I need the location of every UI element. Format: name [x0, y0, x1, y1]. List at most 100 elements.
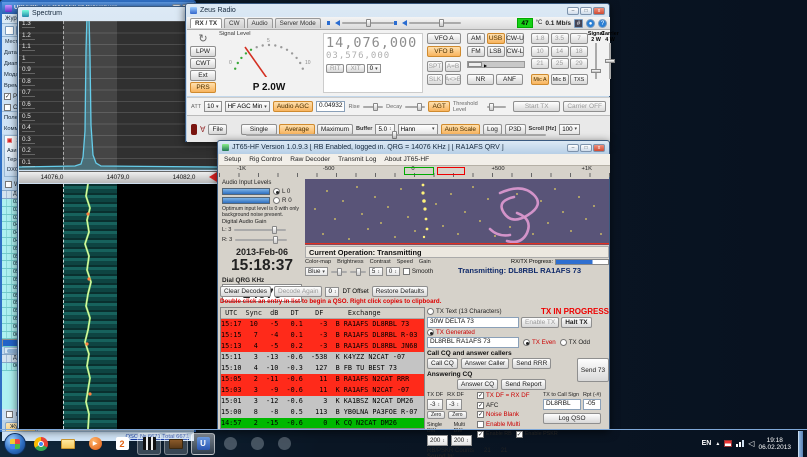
decode-row[interactable]: 15:05 2 -11 -0.6 11 B RA1AFS N2CAT RRR — [221, 374, 424, 385]
power-icon[interactable]: ● — [586, 19, 595, 28]
help-icon[interactable]: ? — [598, 19, 607, 28]
zeus-titlebar[interactable]: Zeus Radio – □ x — [186, 4, 609, 17]
band-button[interactable]: 14 — [551, 46, 569, 57]
rise-slider[interactable] — [363, 106, 383, 108]
tx-marker[interactable] — [437, 167, 465, 175]
gain-l-slider[interactable] — [234, 229, 286, 231]
menu-item[interactable]: Setup — [224, 156, 241, 163]
band-button[interactable]: 3.5 — [551, 33, 569, 44]
tx-option-checkbox[interactable]: Enable Multi — [477, 421, 539, 428]
zeus-side-button[interactable]: LPW — [190, 46, 216, 57]
rx-marker[interactable] — [404, 167, 434, 175]
frequency-scale[interactable]: 14076,014079,014082,0 — [19, 171, 217, 183]
decode-row[interactable]: 15:11 3 -13 -0.6 -538 K K4YZZ N2CAT -07 — [221, 352, 424, 363]
mode-button[interactable]: LSB — [487, 46, 505, 57]
spectrum-mode-button[interactable]: Average — [279, 124, 315, 135]
right-channel-radio[interactable]: R 0 — [273, 197, 292, 204]
search-all-logs-checkbox[interactable] — [6, 411, 13, 418]
vfo-op-button[interactable]: SLK — [427, 74, 443, 85]
rx-df-spinner[interactable]: -3↕ — [446, 399, 462, 410]
restore-defaults-button[interactable]: Restore Defaults — [372, 286, 428, 297]
vfo-op-button[interactable]: A<>B — [445, 74, 461, 85]
tx-generated-input[interactable]: DL8RBL RA1AFS 73 — [427, 337, 519, 348]
audio-agc-button[interactable]: Audio AGC — [273, 101, 313, 112]
decode-row[interactable]: 14:57 2 -15 -0.6 0 K CQ N2CAT DM26 — [221, 418, 424, 429]
rpt-input[interactable]: -05 — [583, 399, 601, 410]
maximize-button[interactable]: □ — [580, 144, 592, 152]
mode-button[interactable]: FM — [467, 46, 485, 57]
taskbar-clock[interactable]: 19:18 06.02.2013 — [758, 437, 794, 451]
xit-button[interactable]: XIT — [346, 64, 364, 73]
agc-select[interactable]: HF AGC Min▾ — [225, 101, 270, 112]
tx-df-zero-button[interactable]: Zero — [427, 411, 445, 419]
taskbar-download-icon[interactable]: 2 — [110, 433, 134, 455]
start-button[interactable] — [4, 433, 26, 455]
threshold-slider[interactable] — [487, 106, 506, 108]
taskbar-logger-icon[interactable]: U — [191, 433, 215, 455]
close-button[interactable]: x — [593, 144, 605, 152]
tx-text-input[interactable]: 30W DELTA 73 — [427, 317, 519, 328]
start-tx-button[interactable]: Start TX — [513, 101, 560, 112]
tx-text-radio[interactable]: TX Text (13 Characters) — [427, 308, 502, 315]
zeus-tab[interactable]: Server Mode — [275, 18, 321, 28]
jt65-waterfall[interactable] — [305, 179, 609, 245]
mode-button[interactable]: CW-U — [506, 33, 524, 44]
tx-option-checkbox[interactable]: AFC — [477, 402, 539, 409]
p3d-button[interactable]: P3D — [505, 124, 526, 135]
answer-caller-button[interactable]: Answer Caller — [461, 358, 509, 369]
file-button[interactable]: File — [208, 124, 226, 135]
log-qso-button[interactable]: Log QSO — [543, 413, 601, 424]
zeus-side-button[interactable]: Ext — [190, 70, 216, 81]
pan-slider[interactable] — [246, 134, 546, 136]
gain-r-slider[interactable] — [235, 239, 287, 241]
show-desktop-button[interactable] — [798, 431, 803, 457]
decode-row[interactable]: 15:03 3 -9 -0.6 11 K RA1AFS N2CAT -07 — [221, 385, 424, 396]
call-cq-button[interactable]: Call CQ — [427, 358, 458, 369]
mic-button[interactable]: Mic B — [551, 74, 569, 85]
grid-icon[interactable]: # — [574, 19, 583, 28]
decode-again-button[interactable]: Decode Again — [274, 286, 322, 297]
taskbar-media-icon[interactable]: ▶ — [83, 433, 107, 455]
decay-slider[interactable] — [405, 106, 425, 108]
halt-tx-button[interactable]: Halt TX — [561, 317, 591, 328]
tx-generated-radio[interactable]: TX Generated — [427, 329, 475, 336]
att-select[interactable]: 10▾ — [204, 101, 221, 112]
speed-spinner[interactable]: 5↕ — [369, 267, 383, 276]
rit-button[interactable]: RIT — [326, 64, 344, 73]
vfo-b-frequency[interactable]: 03,576,000 — [326, 51, 420, 61]
network-icon[interactable] — [736, 440, 744, 447]
microphone-icon[interactable] — [191, 124, 197, 135]
smooth-checkbox[interactable]: Smooth — [403, 268, 433, 275]
mode-scrollbar[interactable]: ▶ — [467, 61, 525, 68]
gain-spinner[interactable]: 0↕ — [386, 267, 400, 276]
send-report-button[interactable]: Send Report — [501, 379, 546, 390]
scroll-select[interactable]: 100▾ — [559, 124, 580, 135]
spectrum-mode-button[interactable]: Maximum — [317, 124, 353, 135]
antenna-icon[interactable]: ∀ — [200, 125, 205, 134]
contrast-slider[interactable] — [350, 271, 366, 273]
agc-value-field[interactable]: 0.04932 — [316, 101, 346, 112]
zeus-side-button[interactable]: CWT — [190, 58, 216, 69]
decode-row[interactable]: 15:00 8 -8 0.5 113 B YB0LNA PA3FOE R-07 — [221, 407, 424, 418]
tx-even-radio[interactable]: TX Even — [523, 339, 556, 346]
clear-decodes-button[interactable]: Clear Decodes — [220, 286, 271, 297]
waterfall-display[interactable] — [19, 184, 217, 429]
dsp-button[interactable]: ANF — [496, 74, 523, 85]
mode-button[interactable]: CW-L — [506, 46, 524, 57]
volume-slider-1[interactable] — [342, 22, 394, 24]
taskbar-ghost-icon-1[interactable] — [218, 433, 242, 455]
band-button[interactable]: 10 — [531, 46, 549, 57]
mode-button[interactable]: AM — [467, 33, 485, 44]
taskbar-explorer-icon[interactable] — [56, 433, 80, 455]
band-button[interactable]: 1.8 — [531, 33, 549, 44]
log-button[interactable]: Log — [483, 124, 502, 135]
zeus-tab[interactable]: Audio — [247, 18, 273, 28]
taskbar-ghost-icon-2[interactable] — [245, 433, 269, 455]
tx-option-checkbox[interactable]: TX DF = RX DF — [477, 392, 539, 399]
window-function-select[interactable]: Hann▾ — [398, 124, 438, 135]
send-rrr-button[interactable]: Send RRR — [512, 358, 551, 369]
tune-marker-icon[interactable] — [209, 172, 217, 182]
volume-slider-2[interactable] — [409, 22, 461, 24]
close-button[interactable]: x — [593, 7, 605, 15]
tx-option-checkbox[interactable]: Noise Blank — [477, 411, 539, 418]
